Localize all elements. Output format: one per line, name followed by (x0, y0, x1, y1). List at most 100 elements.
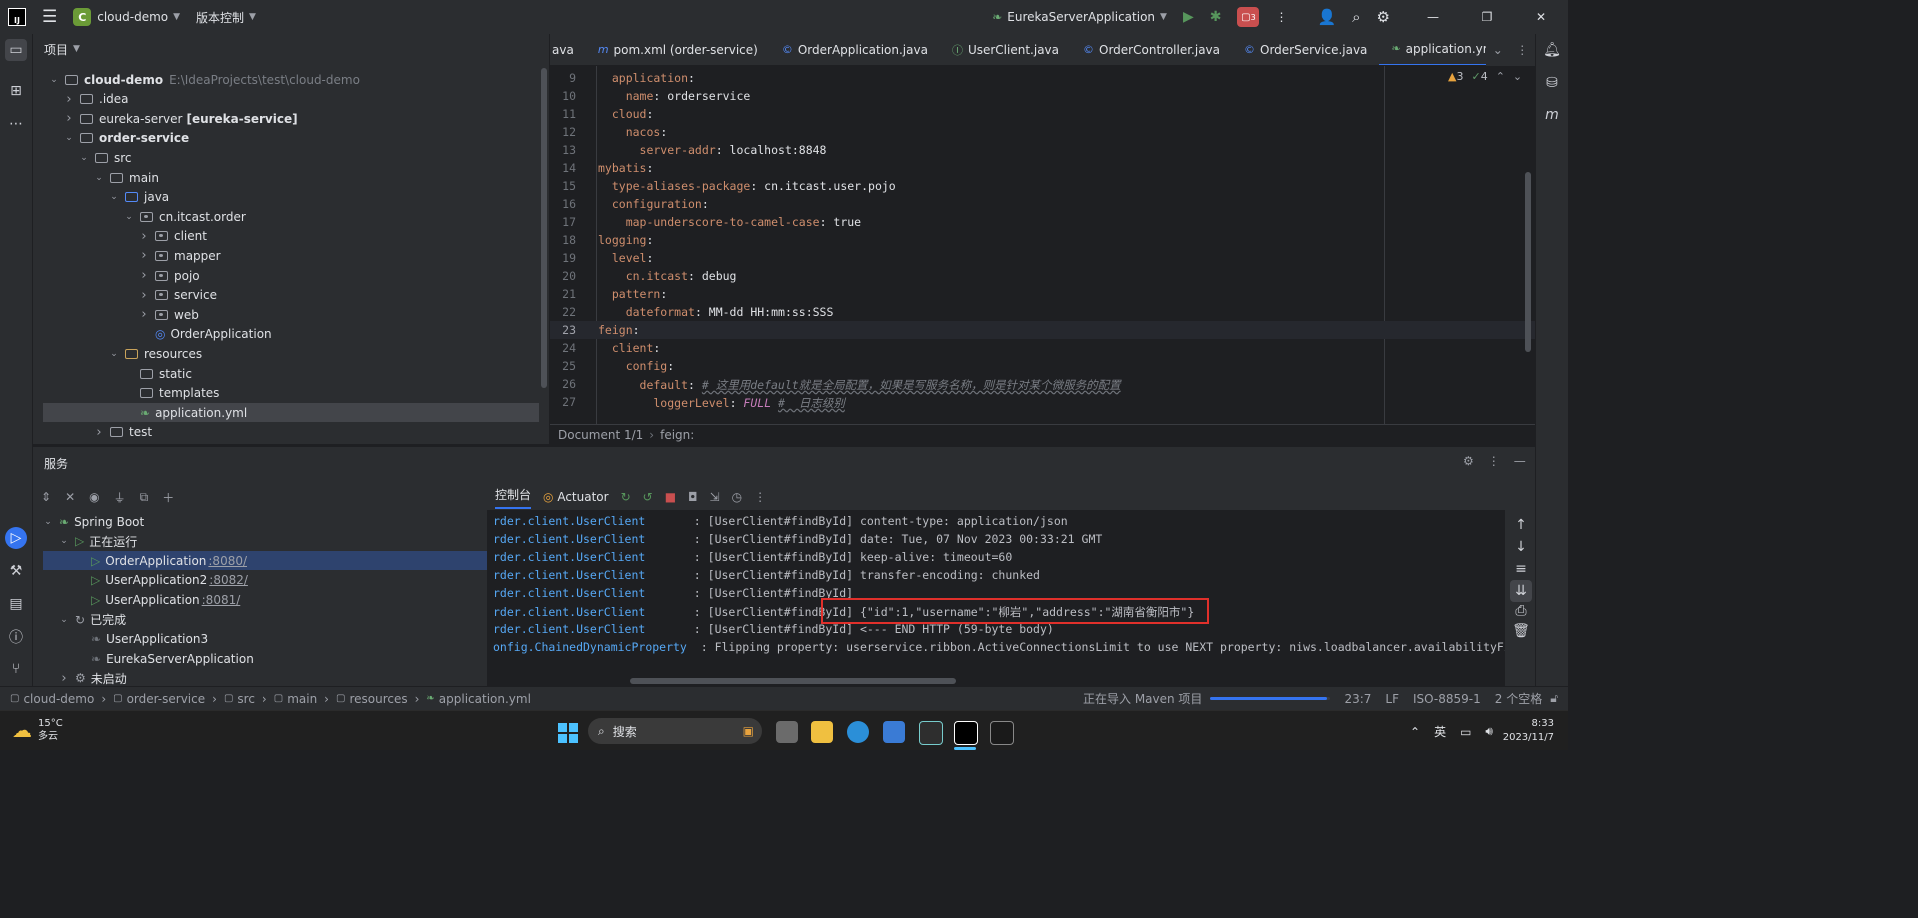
stop-icon[interactable]: ■ (665, 490, 676, 504)
chevron-up-icon[interactable]: ⌃ (1410, 725, 1420, 739)
tree-item[interactable]: ⌄ cloud-demo E:\IdeaProjects\test\cloud-de… (43, 70, 539, 89)
tree-item[interactable]: ⌄ main (43, 168, 539, 187)
store-icon[interactable] (883, 721, 905, 743)
collapse-all-icon[interactable]: ✕ (65, 490, 75, 504)
git-branch-icon[interactable]: ⑂ (5, 658, 27, 680)
maven-icon[interactable]: m (1541, 104, 1563, 126)
chevron-down-icon[interactable]: ⌄ (94, 173, 104, 183)
more-vertical-icon[interactable]: ⋮ (754, 490, 766, 504)
tree-item[interactable]: static (43, 364, 539, 383)
tree-item[interactable]: › .idea (43, 90, 539, 109)
structure-icon[interactable]: ⊞ (5, 80, 27, 102)
tree-item[interactable]: › test (43, 423, 539, 442)
chevron-down-icon[interactable]: ⌄ (79, 153, 89, 163)
datagrip-icon[interactable] (919, 721, 943, 745)
terminal-app-icon[interactable] (990, 721, 1014, 745)
service-item[interactable]: › ⚙ 未启动 (43, 669, 489, 688)
add-icon[interactable]: ＋ (162, 489, 174, 506)
line-separator[interactable]: LF (1385, 692, 1399, 706)
inspection-widget[interactable]: ▲3 ✓4 ⌃ ⌄ (1448, 70, 1522, 83)
intellij-taskbar-icon[interactable] (954, 721, 978, 745)
weather-widget[interactable]: ☁ 15°C 多云 (12, 717, 63, 743)
chevron-up-icon[interactable]: ⌃ (1496, 70, 1505, 83)
chevron-down-icon[interactable]: ⌄ (1513, 70, 1522, 83)
main-menu-button[interactable]: ☰ (34, 0, 65, 34)
tree-item[interactable]: › mapper (43, 246, 539, 265)
tab-actuator[interactable]: ◎ Actuator (543, 490, 609, 504)
chevron-right-icon[interactable]: › (139, 288, 149, 303)
new-tab-icon[interactable]: ⧉ (140, 490, 149, 505)
tab-console[interactable]: 控制台 (495, 486, 532, 509)
service-port-link[interactable]: :8080/ (208, 554, 247, 568)
more-actions-button[interactable]: ⋮ (1267, 0, 1295, 34)
ime-indicator[interactable]: 英 (1434, 723, 1446, 740)
project-switcher[interactable]: C cloud-demo ▼ (65, 0, 188, 34)
breadcrumb-item[interactable]: application.yml (439, 692, 531, 706)
close-button[interactable]: ✕ (1514, 0, 1568, 34)
chevron-down-icon[interactable]: ⌄ (59, 536, 69, 546)
export-icon[interactable]: ⇲ (710, 490, 720, 504)
tree-item[interactable]: › client (43, 227, 539, 246)
rerun-icon[interactable]: ↻ (621, 490, 631, 504)
breadcrumb-item[interactable]: cloud-demo (23, 692, 94, 706)
chevron-down-icon[interactable]: ⌄ (109, 192, 119, 202)
minimize-button[interactable]: — (1406, 0, 1460, 34)
tree-item[interactable]: ❧ application.yml (43, 403, 539, 423)
editor-tab[interactable]: © OrderController.java (1071, 34, 1232, 65)
code-editor[interactable]: 9 10 11 12 13 14 15 16 17 18 19 20 21 22 23 24 25 26 27 ap… (550, 66, 1535, 424)
editor-tab[interactable]: © OrderService.java (1232, 34, 1379, 65)
windows-start-icon[interactable] (556, 721, 578, 743)
soft-wrap-icon[interactable]: ≡ (1510, 558, 1532, 580)
tree-item[interactable]: ⌄ order-service (43, 129, 539, 148)
console-output[interactable]: rder.client.UserClient : [UserClient#fin… (487, 510, 1505, 656)
tree-item[interactable]: ◎ OrderApplication (43, 325, 539, 344)
breadcrumb-item[interactable]: resources (349, 692, 407, 706)
notifications-bell-icon[interactable]: 🔔︎ (1541, 39, 1563, 61)
chevron-down-icon[interactable]: ⌄ (1493, 43, 1503, 57)
minimize-panel-icon[interactable]: — (1514, 454, 1526, 468)
chevron-right-icon[interactable]: › (139, 268, 149, 283)
rerun-update-icon[interactable]: ↺ (643, 490, 653, 504)
chevron-down-icon[interactable]: ⌄ (109, 349, 119, 359)
chevron-right-icon[interactable]: › (139, 307, 149, 322)
caret-position[interactable]: 23:7 (1344, 692, 1371, 706)
tree-item[interactable]: ⌄ src (43, 148, 539, 167)
stop-button[interactable]: ▢ 3 (1229, 0, 1267, 34)
service-item[interactable]: ❧ UserApplication3 (43, 630, 505, 649)
editor-scrollbar[interactable] (1525, 172, 1531, 352)
network-icon[interactable]: ▭ (1460, 725, 1471, 739)
more-vertical-icon[interactable]: ⋮ (1488, 454, 1500, 468)
service-port-link[interactable]: :8081/ (202, 593, 241, 607)
tree-item[interactable]: ⌄ java (43, 188, 539, 207)
service-item[interactable]: ▷ OrderApplication:8080/ (43, 551, 505, 571)
task-view-icon[interactable] (776, 721, 798, 743)
taskbar-search[interactable]: ⌕ 搜索 ▣ (588, 718, 762, 744)
file-encoding[interactable]: ISO-8859-1 (1413, 692, 1481, 706)
trash-icon[interactable]: 🗑︎ (1510, 620, 1532, 642)
project-panel-header[interactable]: 项目 ▼ (33, 34, 549, 64)
debug-button[interactable]: ✱ (1202, 0, 1230, 34)
clock-icon[interactable]: ◷ (732, 490, 742, 504)
arrow-down-icon[interactable]: ↓ (1510, 536, 1532, 558)
app-logo[interactable]: IJ (0, 0, 34, 34)
add-user-button[interactable]: 👤 (1309, 0, 1344, 34)
settings-gear-icon[interactable]: ⚙ (1463, 454, 1474, 468)
arrow-up-icon[interactable]: ↑ (1510, 514, 1532, 536)
vcs-menu[interactable]: 版本控制 ▼ (188, 0, 264, 34)
chevron-down-icon[interactable]: ⌄ (43, 517, 53, 527)
camera-icon[interactable]: ◘ (688, 490, 698, 504)
service-item[interactable]: ⌄ ↻ 已完成 (43, 610, 489, 629)
tree-item[interactable]: › service (43, 286, 539, 305)
service-item[interactable]: ▷ UserApplication2:8082/ (43, 571, 505, 590)
project-folder-icon[interactable]: ▭ (5, 39, 27, 61)
chevron-right-icon[interactable]: › (59, 671, 69, 686)
tree-item[interactable]: › pojo (43, 266, 539, 285)
service-item[interactable]: ⌄ ❧ Spring Boot (43, 512, 473, 531)
editor-tab[interactable]: Ⓘ UserClient.java (940, 34, 1071, 65)
tree-item[interactable]: › web (43, 305, 539, 324)
run-button[interactable]: ▶ (1175, 0, 1202, 34)
maximize-button[interactable]: ❐ (1460, 0, 1514, 34)
run-config-selector[interactable]: ❧ EurekaServerApplication ▼ (984, 0, 1175, 34)
terminal-icon[interactable]: ▤ (5, 593, 27, 615)
breadcrumb-item[interactable]: main (287, 692, 317, 706)
